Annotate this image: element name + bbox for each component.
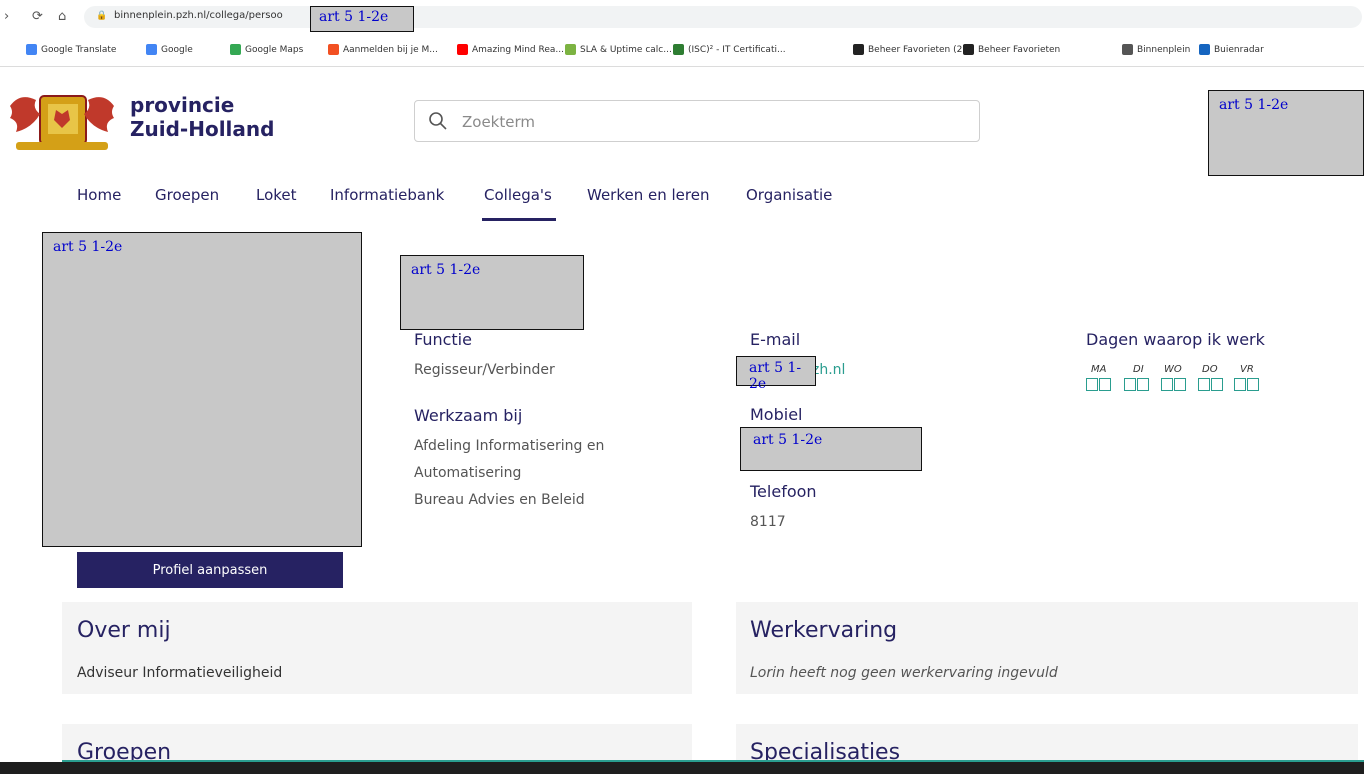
werkervaring-text: Lorin heeft nog geen werkervaring ingevu…	[750, 665, 1058, 681]
mobiel-label: Mobiel	[750, 405, 803, 424]
bookmark-label: Beheer Favorieten (2)	[868, 44, 966, 55]
profile-photo-redaction: art 5 1-2e	[42, 232, 362, 547]
bookmark-label: Beheer Favorieten	[978, 44, 1061, 55]
bookmark-label: (ISC)² - IT Certificati...	[688, 44, 786, 55]
edit-profile-button[interactable]: Profiel aanpassen	[77, 552, 343, 588]
microsoft-icon	[328, 44, 339, 55]
search-input[interactable]	[462, 110, 962, 134]
ot-icon	[963, 44, 974, 55]
globe-icon	[1122, 44, 1133, 55]
bookmark-item[interactable]: Buienradar	[1199, 44, 1264, 55]
mobiel-redaction: art 5 1-2e	[740, 427, 922, 471]
google-icon	[146, 44, 157, 55]
day-label-di: DI	[1133, 364, 1144, 375]
bookmark-label: Google Translate	[41, 44, 117, 55]
nav-loket[interactable]: Loket	[256, 186, 297, 204]
nav-groepen[interactable]: Groepen	[155, 186, 219, 204]
bookmark-item[interactable]: Google	[146, 44, 193, 55]
day-checkbox-ma[interactable]	[1099, 378, 1111, 391]
working-days-label: Dagen waarop ik werk	[1086, 330, 1265, 349]
nav-home[interactable]: Home	[77, 186, 121, 204]
nav-collegas[interactable]: Collega's	[484, 186, 552, 204]
brand-name-line2: Zuid-Holland	[130, 117, 275, 141]
day-checkbox-wo[interactable]	[1161, 378, 1173, 391]
back-icon[interactable]: ›	[4, 9, 9, 24]
url-text[interactable]: binnenplein.pzh.nl/collega/persoo	[114, 10, 283, 21]
telefoon-label: Telefoon	[750, 482, 817, 501]
bookmark-label: SLA & Uptime calc...	[580, 44, 672, 55]
email-label: E-mail	[750, 330, 801, 349]
day-checkbox-ma[interactable]	[1086, 378, 1098, 391]
day-label-do: DO	[1202, 364, 1218, 375]
functie-value: Regisseur/Verbinder	[414, 362, 555, 378]
nav-informatiebank[interactable]: Informatiebank	[330, 186, 444, 204]
reload-icon[interactable]: ⟳	[32, 9, 43, 24]
bookmark-label: Google	[161, 44, 193, 55]
buienradar-icon	[1199, 44, 1210, 55]
werkzaam-line: Automatisering	[414, 465, 522, 481]
lock-icon: 🔒	[96, 11, 108, 21]
bookmark-label: Amazing Mind Rea...	[472, 44, 564, 55]
day-checkbox-di[interactable]	[1137, 378, 1149, 391]
bookmark-label: Google Maps	[245, 44, 304, 55]
bookmark-item[interactable]: (ISC)² - IT Certificati...	[673, 44, 786, 55]
over-mij-text: Adviseur Informatieveiligheid	[77, 665, 283, 681]
werkzaam-line: Bureau Advies en Beleid	[414, 492, 585, 508]
bookmark-item[interactable]: SLA & Uptime calc...	[565, 44, 672, 55]
bookmark-item[interactable]: Google Maps	[230, 44, 303, 55]
home-icon[interactable]: ⌂	[58, 9, 66, 24]
day-label-vr: VR	[1240, 364, 1254, 375]
day-checkbox-wo[interactable]	[1174, 378, 1186, 391]
bookmark-label: Buienradar	[1214, 44, 1264, 55]
bookmark-item[interactable]: Aanmelden bij je M...	[328, 44, 438, 55]
search-icon[interactable]	[428, 111, 448, 131]
user-redaction: art 5 1-2e	[1208, 90, 1364, 176]
over-mij-title: Over mij	[77, 618, 171, 643]
nav-active-indicator	[482, 218, 556, 221]
day-label-wo: WO	[1164, 364, 1182, 375]
email-redaction: art 5 1-2e	[736, 356, 816, 392]
bookmark-item[interactable]: Beheer Favorieten (2)	[853, 44, 966, 55]
day-checkbox-di[interactable]	[1124, 378, 1136, 391]
werkzaam-label: Werkzaam bij	[414, 406, 523, 425]
ot-icon	[853, 44, 864, 55]
email-link[interactable]: zh.nl	[812, 362, 845, 378]
url-redaction: art 5 1-2e	[310, 6, 414, 32]
sla-icon	[565, 44, 576, 55]
youtube-icon	[457, 44, 468, 55]
day-checkbox-vr[interactable]	[1247, 378, 1259, 391]
province-coat-of-arms-logo	[10, 95, 114, 150]
nav-organisatie[interactable]: Organisatie	[746, 186, 832, 204]
taskbar-strip	[0, 762, 1364, 774]
functie-label: Functie	[414, 330, 472, 349]
bookmark-item[interactable]: Binnenplein	[1122, 44, 1190, 55]
day-checkbox-vr[interactable]	[1234, 378, 1246, 391]
isc2-icon	[673, 44, 684, 55]
profile-name-redaction: art 5 1-2e	[400, 255, 584, 330]
day-label-ma: MA	[1091, 364, 1107, 375]
translate-icon	[26, 44, 37, 55]
bookmark-item[interactable]: Beheer Favorieten	[963, 44, 1060, 55]
bookmark-item[interactable]: Amazing Mind Rea...	[457, 44, 564, 55]
maps-pin-icon	[230, 44, 241, 55]
bookmark-item[interactable]: Google Translate	[26, 44, 116, 55]
bookmark-label: Aanmelden bij je M...	[343, 44, 438, 55]
day-checkbox-do[interactable]	[1211, 378, 1223, 391]
werkervaring-title: Werkervaring	[750, 618, 898, 643]
day-checkbox-do[interactable]	[1198, 378, 1210, 391]
telefoon-value: 8117	[750, 514, 786, 530]
brand-name-line1: provincie	[130, 93, 235, 117]
bookmark-label: Binnenplein	[1137, 44, 1191, 55]
nav-werken-en-leren[interactable]: Werken en leren	[587, 186, 709, 204]
werkzaam-line: Afdeling Informatisering en	[414, 438, 605, 454]
